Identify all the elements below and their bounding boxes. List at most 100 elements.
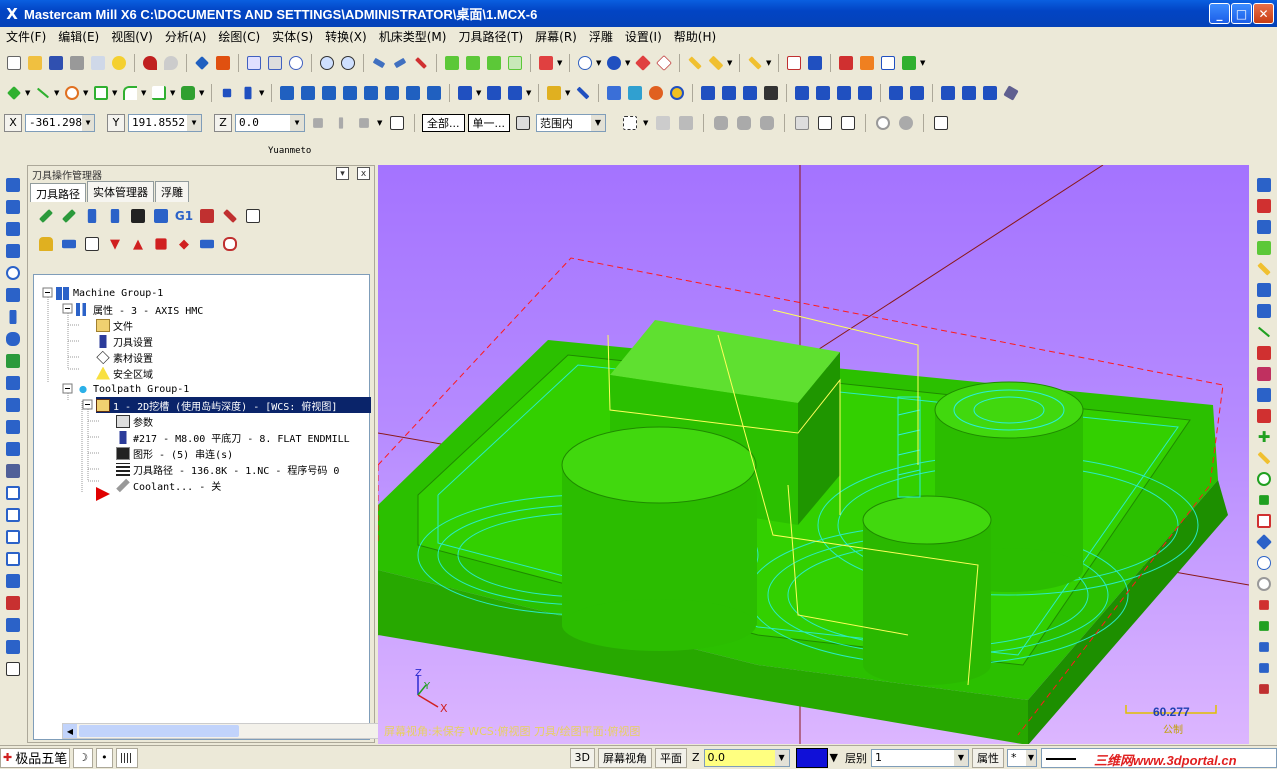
chevron-down-icon[interactable]: ▼	[1026, 749, 1036, 766]
tree-operation-selected[interactable]: 1 - 2D挖槽 (使用岛屿深度) - [WCS: 俯视图]	[96, 397, 371, 413]
lightbulb-icon[interactable]	[109, 53, 129, 73]
help-icon[interactable]	[387, 113, 407, 133]
line-style-select[interactable]: 三维网www.3dportal.cn	[1041, 747, 1277, 768]
solid-arrow-icon[interactable]	[505, 83, 525, 103]
ops-group-icon[interactable]	[938, 83, 958, 103]
menu-create[interactable]: 绘图(C)	[212, 28, 266, 45]
mill-wire-icon[interactable]	[855, 83, 875, 103]
link-ops-icon[interactable]	[220, 234, 240, 254]
chevron-down-icon[interactable]: ▼	[290, 114, 304, 131]
move-down-icon[interactable]: ▼	[105, 234, 125, 254]
xform-translate-icon[interactable]	[277, 83, 297, 103]
maximize-button[interactable]: □	[1231, 3, 1252, 24]
xform-rotate-icon[interactable]	[298, 83, 318, 103]
right-grid-icon[interactable]	[1254, 280, 1274, 300]
highfeed-icon[interactable]	[197, 206, 217, 226]
plane-normal-icon[interactable]	[3, 571, 23, 591]
solid-select-icon[interactable]	[676, 113, 696, 133]
mill-finish-icon[interactable]	[834, 83, 854, 103]
menu-file[interactable]: 文件(F)	[0, 28, 52, 45]
line-icon[interactable]	[33, 83, 53, 103]
whatsthis-icon[interactable]	[784, 53, 804, 73]
ime-halfwidth-toggle[interactable]: ☽	[73, 747, 94, 768]
fit-icon[interactable]	[244, 53, 264, 73]
fastpoint-icon[interactable]	[308, 113, 328, 133]
tree-machine-group[interactable]: Machine Group-1	[56, 285, 163, 301]
select-single-button[interactable]: 单一...	[467, 113, 510, 132]
toolpath-slot-icon[interactable]	[3, 307, 23, 327]
post-lock-icon[interactable]	[82, 234, 102, 254]
toolpath-pocket-icon[interactable]	[3, 219, 23, 239]
save-icon[interactable]	[46, 53, 66, 73]
autocursor-icon[interactable]	[331, 113, 351, 133]
plane-list-icon[interactable]	[3, 615, 23, 635]
verify-ops-icon[interactable]	[151, 206, 171, 226]
break-icon[interactable]	[238, 83, 258, 103]
chevron-down-icon[interactable]: ▼	[954, 749, 968, 766]
delete-ops-icon[interactable]	[220, 206, 240, 226]
3d-button[interactable]: 3D	[569, 747, 595, 768]
multi-pencil-icon[interactable]	[706, 53, 726, 73]
toolpath-surface-icon[interactable]	[3, 351, 23, 371]
plane-side-icon[interactable]	[3, 527, 23, 547]
pan-icon[interactable]	[192, 53, 212, 73]
select-help-icon[interactable]	[931, 113, 951, 133]
right-fillet-icon[interactable]	[1254, 490, 1274, 510]
select-all-ops-icon[interactable]	[36, 206, 56, 226]
regenerate-all-icon[interactable]	[82, 206, 102, 226]
solid-extrude-icon[interactable]	[455, 83, 475, 103]
rectangle-icon[interactable]	[91, 83, 111, 103]
redo-icon[interactable]	[161, 53, 181, 73]
box-icon[interactable]	[604, 83, 624, 103]
dimension-icon[interactable]	[573, 83, 593, 103]
ops-stock-icon[interactable]	[1001, 83, 1021, 103]
menu-solids[interactable]: 实体(S)	[266, 28, 319, 45]
zoom-target-icon[interactable]	[286, 53, 306, 73]
tree-parameters[interactable]: 参数	[116, 413, 153, 429]
mill-5axis-icon[interactable]	[886, 83, 906, 103]
right-dim-icon[interactable]	[1254, 406, 1274, 426]
right-solid-icon[interactable]	[1254, 532, 1274, 552]
fillet-icon[interactable]	[120, 83, 140, 103]
toolpath-circle-icon[interactable]	[3, 263, 23, 283]
mill-surface-icon[interactable]	[792, 83, 812, 103]
select-all-button[interactable]: 全部...	[422, 113, 465, 132]
tree-geometry[interactable]: 图形 - (5) 串连(s)	[116, 445, 233, 461]
regenerate-dirty-icon[interactable]	[105, 206, 125, 226]
tree-stock-setup[interactable]: 素材设置	[96, 349, 153, 365]
view-top-icon[interactable]	[463, 53, 483, 73]
z-depth-field[interactable]: 0.0 ▼	[703, 748, 790, 767]
verify-icon[interactable]	[646, 83, 666, 103]
shading-cube-icon[interactable]	[536, 53, 556, 73]
tree-safety-zone[interactable]: 安全区域	[96, 365, 153, 381]
right-rect-icon[interactable]	[1254, 511, 1274, 531]
right-undo-icon[interactable]	[1254, 196, 1274, 216]
plane-top-icon[interactable]	[3, 483, 23, 503]
mill-op-icon[interactable]	[836, 53, 856, 73]
axis-pick-icon[interactable]	[354, 113, 374, 133]
plane-front-icon[interactable]	[3, 505, 23, 525]
menu-toolpaths[interactable]: 刀具路径(T)	[452, 28, 529, 45]
tree-coolant[interactable]: Coolant... - 关	[116, 477, 221, 493]
screen-view-button[interactable]: 屏幕视角	[597, 747, 652, 768]
close-button[interactable]: ✕	[1253, 3, 1274, 24]
backplot-icon[interactable]	[667, 83, 687, 103]
zoom-out-icon[interactable]	[338, 53, 358, 73]
tree-horizontal-scrollbar[interactable]: ◀ ▶	[62, 723, 398, 739]
ime-switcher[interactable]: ✚ 极品五笔	[0, 747, 71, 768]
right-globe-icon[interactable]	[1254, 553, 1274, 573]
tree-properties[interactable]: 属性 - 3 - AXIS HMC	[76, 301, 203, 317]
insert-arrow-icon[interactable]	[151, 234, 171, 254]
trim-icon[interactable]	[217, 83, 237, 103]
point-style-select[interactable]: * ▼	[1007, 748, 1037, 767]
no-icon[interactable]	[873, 113, 893, 133]
plane-wave-icon[interactable]	[3, 637, 23, 657]
circle-icon[interactable]	[62, 83, 82, 103]
mill-face-icon[interactable]	[740, 83, 760, 103]
pencil-icon[interactable]	[685, 53, 705, 73]
menu-art[interactable]: 浮雕	[583, 28, 619, 45]
right-iso-icon[interactable]	[1254, 238, 1274, 258]
ime-punct-toggle[interactable]: •	[96, 747, 113, 768]
tree-tool[interactable]: #217 - M8.00 平底刀 - 8. FLAT ENDMILL	[116, 429, 350, 445]
toolpath-contour-icon[interactable]	[3, 175, 23, 195]
